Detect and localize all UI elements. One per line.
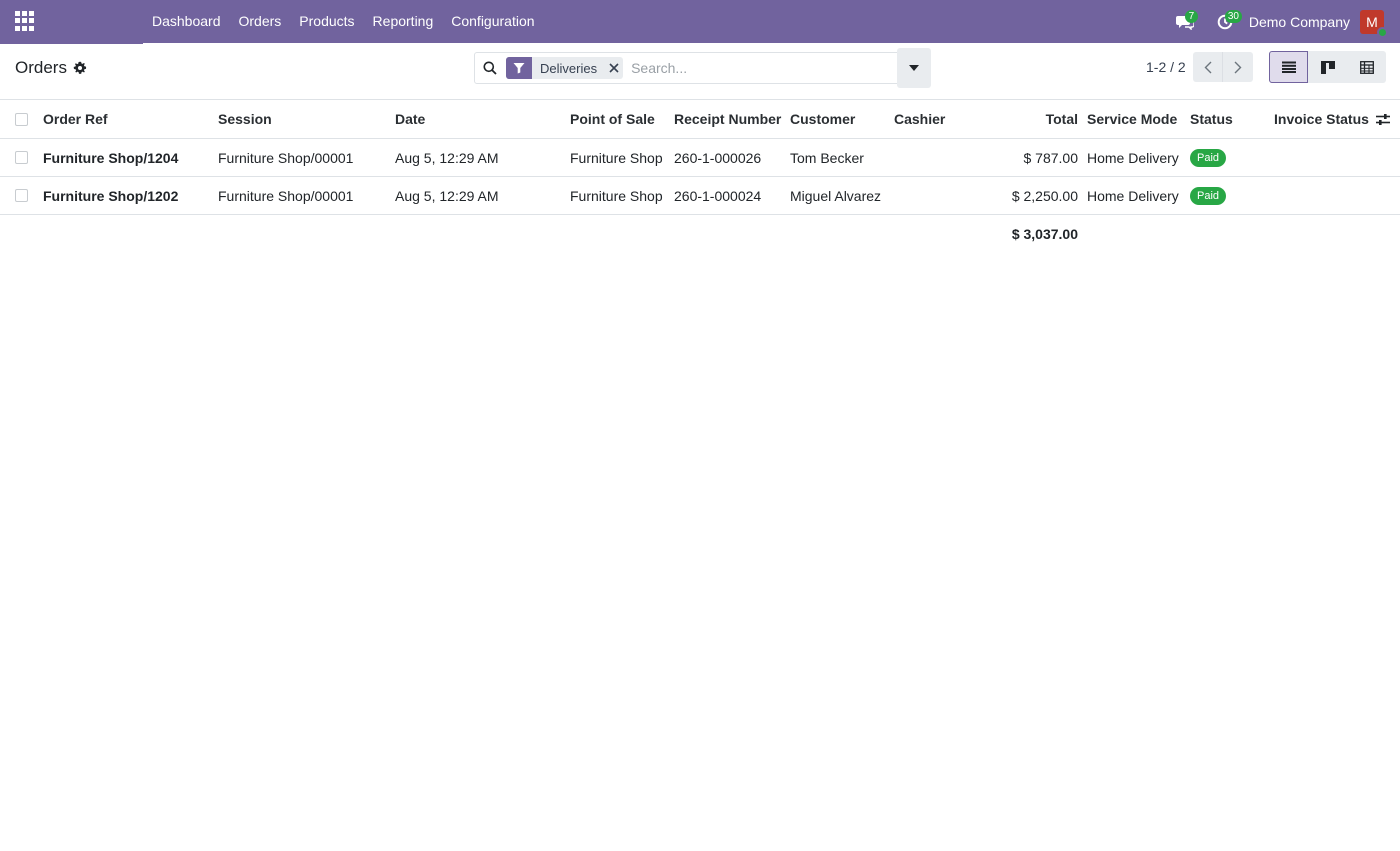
row-checkbox[interactable] xyxy=(15,189,28,202)
column-invoice-status[interactable]: Invoice Status xyxy=(1274,100,1369,138)
menu-dashboard[interactable]: Dashboard xyxy=(143,0,230,43)
pager-value[interactable]: 1-2 / 2 xyxy=(1146,59,1186,75)
total-cell[interactable]: $ 2,250.00 xyxy=(980,177,1078,214)
status-badge: Paid xyxy=(1190,148,1227,167)
search-icon[interactable] xyxy=(475,53,505,83)
search-input[interactable] xyxy=(623,54,897,82)
row-select-cell xyxy=(15,139,28,176)
pager-next-button[interactable] xyxy=(1223,52,1253,82)
control-panel: Orders Deliveries 1-2 / 2 xyxy=(0,44,1400,100)
messages-button[interactable]: 7 xyxy=(1165,0,1205,43)
view-switcher xyxy=(1269,51,1386,83)
chevron-left-icon xyxy=(1204,61,1211,73)
chevron-right-icon xyxy=(1234,61,1242,73)
column-session[interactable]: Session xyxy=(218,100,272,138)
customer-cell[interactable]: Miguel Alvarez xyxy=(790,177,881,214)
optional-columns-toggle[interactable] xyxy=(1376,100,1390,138)
list-view-button[interactable] xyxy=(1269,51,1308,83)
column-customer[interactable]: Customer xyxy=(790,100,855,138)
grand-total: $ 3,037.00 xyxy=(1011,226,1078,242)
point-of-sale-cell[interactable]: Furniture Shop xyxy=(570,139,663,176)
activities-count-badge: 30 xyxy=(1224,10,1242,23)
facet-label: Deliveries xyxy=(540,60,598,76)
gear-icon[interactable] xyxy=(73,61,87,75)
table-header: Order Ref Session Date Point of Sale Rec… xyxy=(0,100,1400,139)
column-total[interactable]: Total xyxy=(980,100,1078,138)
main-menu: Dashboard Orders Products Reporting Conf… xyxy=(143,0,544,43)
row-select-cell xyxy=(15,177,28,214)
date-cell[interactable]: Aug 5, 12:29 AM xyxy=(395,177,499,214)
point-of-sale-cell[interactable]: Furniture Shop xyxy=(570,177,663,214)
customer-cell[interactable]: Tom Becker xyxy=(790,139,864,176)
pager-controls xyxy=(1193,52,1253,82)
column-date[interactable]: Date xyxy=(395,100,425,138)
table-row[interactable]: Furniture Shop/1204 Furniture Shop/00001… xyxy=(0,139,1400,177)
orders-list: Order Ref Session Date Point of Sale Rec… xyxy=(0,100,1400,253)
search-bar: Deliveries xyxy=(474,48,931,88)
filter-icon xyxy=(506,57,532,79)
totals-row: $ 3,037.00 xyxy=(0,215,1400,253)
filter-facet: Deliveries xyxy=(506,57,624,79)
column-point-of-sale[interactable]: Point of Sale xyxy=(570,100,655,138)
receipt-number-cell[interactable]: 260-1-000026 xyxy=(674,139,761,176)
order-ref-cell[interactable]: Furniture Shop/1204 xyxy=(43,139,178,176)
messages-count-badge: 7 xyxy=(1184,10,1198,23)
select-all-cell xyxy=(15,100,28,138)
date-cell[interactable]: Aug 5, 12:29 AM xyxy=(395,139,499,176)
page-title: Orders xyxy=(15,58,67,77)
menu-products[interactable]: Products xyxy=(290,0,363,43)
status-cell[interactable]: Paid xyxy=(1190,177,1227,214)
status-cell[interactable]: Paid xyxy=(1190,139,1227,176)
pager-previous-button[interactable] xyxy=(1193,52,1223,82)
row-checkbox[interactable] xyxy=(15,151,28,164)
avatar-letter: M xyxy=(1366,13,1378,30)
menu-orders[interactable]: Orders xyxy=(230,0,291,43)
systray: 7 30 Demo Company M xyxy=(1165,0,1400,43)
close-icon[interactable] xyxy=(605,57,623,79)
activities-button[interactable]: 30 xyxy=(1205,0,1245,43)
session-cell[interactable]: Furniture Shop/00001 xyxy=(218,139,353,176)
kanban-icon xyxy=(1320,60,1335,74)
online-status-dot xyxy=(1377,26,1388,38)
sliders-icon xyxy=(1376,113,1390,125)
top-navbar: Dashboard Orders Products Reporting Conf… xyxy=(0,0,1400,43)
column-order-ref[interactable]: Order Ref xyxy=(43,100,108,138)
app-menu-icon[interactable] xyxy=(15,11,35,31)
table-icon xyxy=(1359,60,1374,74)
session-cell[interactable]: Furniture Shop/00001 xyxy=(218,177,353,214)
column-receipt-number[interactable]: Receipt Number xyxy=(674,100,781,138)
table-row[interactable]: Furniture Shop/1202 Furniture Shop/00001… xyxy=(0,177,1400,215)
user-avatar[interactable]: M xyxy=(1360,9,1388,38)
pivot-view-button[interactable] xyxy=(1347,51,1386,83)
search-options-toggle[interactable] xyxy=(897,48,931,88)
list-icon xyxy=(1281,61,1296,73)
column-service-mode[interactable]: Service Mode xyxy=(1087,100,1177,138)
menu-reporting[interactable]: Reporting xyxy=(364,0,443,43)
caret-down-icon xyxy=(909,65,919,71)
company-switcher[interactable]: Demo Company xyxy=(1249,14,1350,30)
receipt-number-cell[interactable]: 260-1-000024 xyxy=(674,177,761,214)
breadcrumb: Orders xyxy=(15,58,87,78)
service-mode-cell[interactable]: Home Delivery xyxy=(1087,139,1179,176)
menu-configuration[interactable]: Configuration xyxy=(442,0,543,43)
select-all-checkbox[interactable] xyxy=(15,112,28,126)
service-mode-cell[interactable]: Home Delivery xyxy=(1087,177,1179,214)
order-ref-cell[interactable]: Furniture Shop/1202 xyxy=(43,177,178,214)
column-status[interactable]: Status xyxy=(1190,100,1233,138)
total-cell[interactable]: $ 787.00 xyxy=(980,139,1079,176)
column-cashier[interactable]: Cashier xyxy=(894,100,945,138)
status-badge: Paid xyxy=(1190,186,1227,205)
kanban-view-button[interactable] xyxy=(1308,51,1347,83)
